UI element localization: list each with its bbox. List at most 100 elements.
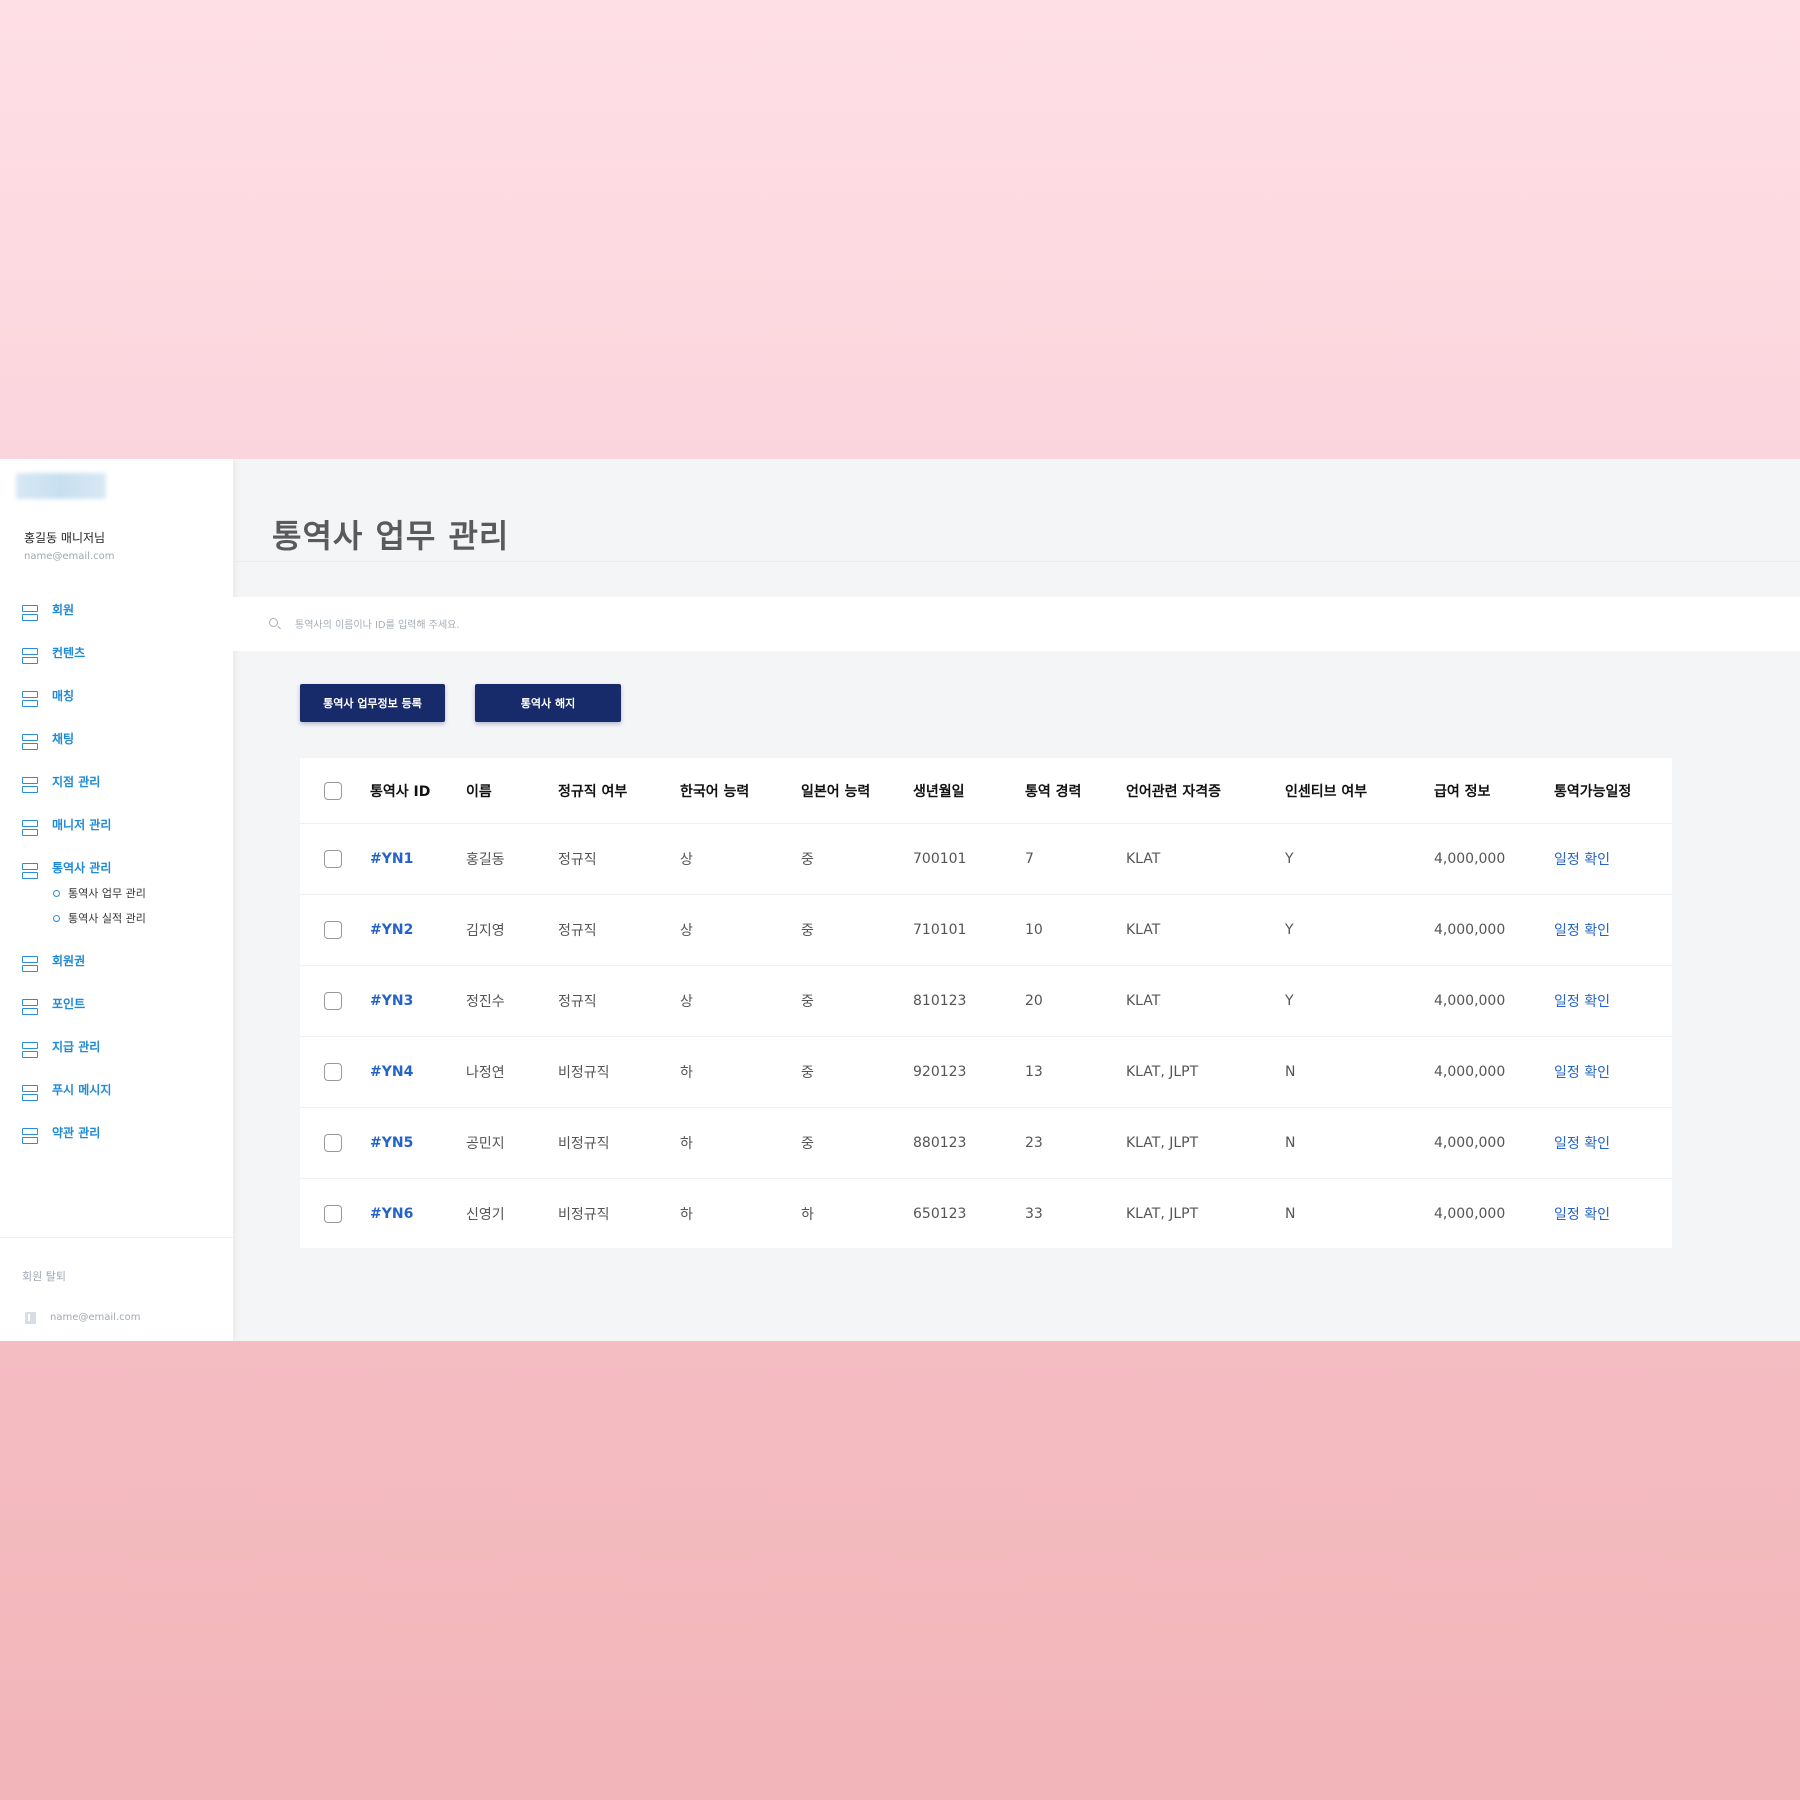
- interpreter-table: 통역사 ID 이름 정규직 여부 한국어 능력 일본어 능력 생년월일 통역 경…: [300, 758, 1672, 1248]
- select-all-checkbox[interactable]: [324, 781, 342, 800]
- withdraw-link[interactable]: 회원 탈퇴: [22, 1268, 66, 1284]
- cell-korean: 상: [680, 993, 693, 1010]
- interpreter-id-link[interactable]: #YN2: [370, 894, 413, 965]
- user-email: name@email.com: [24, 551, 115, 562]
- sidebar-item-label: 채팅: [52, 732, 75, 746]
- sidebar-item-label: 컨텐츠: [52, 646, 86, 660]
- cell-experience: 33: [1025, 1205, 1043, 1222]
- cell-employment: 비정규직: [558, 1206, 610, 1223]
- column-header-incentive: 인센티브 여부: [1285, 783, 1368, 800]
- table-row: #YN2 김지영 정규직 상 중 710101 10 KLAT Y 4,000,…: [300, 894, 1672, 966]
- terminate-interpreter-button[interactable]: 통역사 해지: [475, 684, 621, 722]
- search-icon: [269, 618, 281, 630]
- cell-certificate: KLAT: [1126, 850, 1161, 867]
- register-interpreter-button[interactable]: 통역사 업무정보 등록: [300, 684, 445, 722]
- interpreter-id-link[interactable]: #YN5: [370, 1107, 413, 1178]
- cell-employment: 정규직: [558, 851, 597, 868]
- cell-certificate: KLAT: [1126, 992, 1161, 1009]
- cell-employment: 비정규직: [558, 1135, 610, 1152]
- cell-korean: 상: [680, 922, 693, 939]
- admin-window: 홍길동 매니저님 name@email.com 회원 컨텐츠 매칭 채팅 지점 …: [0, 459, 1800, 1341]
- cell-experience: 13: [1025, 1063, 1043, 1080]
- column-header-schedule: 통역가능일정: [1554, 783, 1632, 800]
- cell-korean: 하: [680, 1206, 693, 1223]
- sidebar-item-terms[interactable]: 약관 관리: [22, 1125, 100, 1147]
- cell-birthdate: 710101: [913, 921, 967, 938]
- column-header-name: 이름: [466, 783, 492, 800]
- column-header-experience: 통역 경력: [1025, 783, 1082, 800]
- sidebar-subitem-interpreter-performance[interactable]: 통역사 실적 관리: [53, 910, 146, 926]
- sidebar-item-members[interactable]: 회원: [22, 602, 74, 624]
- cell-birthdate: 650123: [913, 1205, 967, 1222]
- row-checkbox[interactable]: [324, 1133, 342, 1152]
- table-row: #YN1 홍길동 정규직 상 중 700101 7 KLAT Y 4,000,0…: [300, 823, 1672, 895]
- schedule-link[interactable]: 일정 확인: [1554, 823, 1610, 894]
- cell-incentive: N: [1285, 1063, 1296, 1080]
- interpreter-id-link[interactable]: #YN1: [370, 823, 413, 894]
- sidebar-item-label: 약관 관리: [52, 1126, 101, 1140]
- bullet-icon: [53, 889, 60, 897]
- cell-salary: 4,000,000: [1434, 921, 1506, 938]
- cell-japanese: 하: [801, 1206, 814, 1223]
- cell-name: 홍길동: [466, 851, 505, 868]
- cell-japanese: 중: [801, 922, 814, 939]
- cell-salary: 4,000,000: [1434, 992, 1506, 1009]
- sidebar-divider: [0, 1237, 233, 1238]
- cell-certificate: KLAT, JLPT: [1126, 1205, 1199, 1222]
- cell-employment: 정규직: [558, 993, 597, 1010]
- sidebar-item-push[interactable]: 푸시 메시지: [22, 1082, 111, 1104]
- sidebar-item-manager[interactable]: 매니저 관리: [22, 817, 111, 839]
- row-checkbox[interactable]: [324, 849, 342, 868]
- row-checkbox[interactable]: [324, 1204, 342, 1223]
- cell-name: 정진수: [466, 993, 505, 1010]
- sidebar-subitem-interpreter-work[interactable]: 통역사 업무 관리: [53, 885, 146, 901]
- cell-incentive: N: [1285, 1205, 1296, 1222]
- sidebar-item-points[interactable]: 포인트: [22, 996, 85, 1018]
- column-header-id: 통역사 ID: [370, 783, 431, 800]
- row-checkbox[interactable]: [324, 920, 342, 939]
- sidebar-subitem-label: 통역사 실적 관리: [68, 912, 146, 925]
- sidebar-item-label: 포인트: [52, 997, 86, 1011]
- sidebar-item-label: 푸시 메시지: [52, 1083, 112, 1097]
- cell-incentive: Y: [1285, 992, 1294, 1009]
- cell-experience: 7: [1025, 850, 1034, 867]
- title-divider: [233, 561, 1800, 562]
- search-input[interactable]: [293, 613, 797, 637]
- cell-birthdate: 880123: [913, 1134, 967, 1151]
- schedule-link[interactable]: 일정 확인: [1554, 1036, 1610, 1107]
- table-row: #YN3 정진수 정규직 상 중 810123 20 KLAT Y 4,000,…: [300, 965, 1672, 1037]
- sidebar-subitem-label: 통역사 업무 관리: [68, 887, 146, 900]
- row-checkbox[interactable]: [324, 1062, 342, 1081]
- table-row: #YN6 신영기 비정규직 하 하 650123 33 KLAT, JLPT N…: [300, 1178, 1672, 1249]
- list-icon: [22, 955, 40, 973]
- column-header-employment: 정규직 여부: [558, 783, 628, 800]
- cell-korean: 하: [680, 1135, 693, 1152]
- schedule-link[interactable]: 일정 확인: [1554, 1107, 1610, 1178]
- row-checkbox[interactable]: [324, 991, 342, 1010]
- sidebar-item-branch[interactable]: 지점 관리: [22, 774, 100, 796]
- interpreter-id-link[interactable]: #YN6: [370, 1178, 413, 1249]
- column-header-birthdate: 생년월일: [913, 783, 965, 800]
- cell-japanese: 중: [801, 1135, 814, 1152]
- column-header-japanese: 일본어 능력: [801, 783, 871, 800]
- cell-experience: 10: [1025, 921, 1043, 938]
- sidebar-item-label: 회원: [52, 603, 75, 617]
- schedule-link[interactable]: 일정 확인: [1554, 894, 1610, 965]
- sidebar-item-matching[interactable]: 매칭: [22, 688, 74, 710]
- cell-employment: 비정규직: [558, 1064, 610, 1081]
- list-icon: [22, 1041, 40, 1059]
- cell-salary: 4,000,000: [1434, 1134, 1506, 1151]
- sidebar-item-chat[interactable]: 채팅: [22, 731, 74, 753]
- sidebar-item-label: 지급 관리: [52, 1040, 101, 1054]
- sidebar-item-contents[interactable]: 컨텐츠: [22, 645, 85, 667]
- list-icon: [22, 690, 40, 708]
- interpreter-id-link[interactable]: #YN3: [370, 965, 413, 1036]
- sidebar-item-membership[interactable]: 회원권: [22, 953, 85, 975]
- schedule-link[interactable]: 일정 확인: [1554, 1178, 1610, 1249]
- interpreter-id-link[interactable]: #YN4: [370, 1036, 413, 1107]
- table-row: #YN5 공민지 비정규직 하 중 880123 23 KLAT, JLPT N…: [300, 1107, 1672, 1179]
- sidebar-item-payment[interactable]: 지급 관리: [22, 1039, 100, 1061]
- schedule-link[interactable]: 일정 확인: [1554, 965, 1610, 1036]
- cell-korean: 상: [680, 851, 693, 868]
- sidebar-item-interpreter[interactable]: 통역사 관리: [22, 860, 111, 882]
